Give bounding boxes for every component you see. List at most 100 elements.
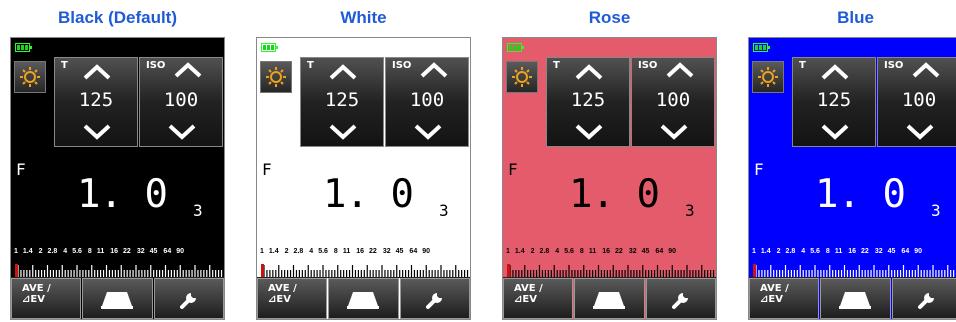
ave-ev-button[interactable]: AVE / ⊿EV [503, 278, 574, 319]
mode-button[interactable] [506, 61, 538, 93]
scale-tick-label: 1.4 [22, 248, 33, 255]
flash-mode-button[interactable] [574, 278, 645, 319]
iso-label: ISO [884, 60, 904, 71]
aperture-scale [506, 263, 716, 277]
scale-tick-label: 32 [382, 248, 391, 255]
chevron-down-icon[interactable] [821, 124, 849, 140]
aperture-label: F [262, 160, 272, 179]
aperture-marker [15, 264, 18, 277]
ave-ev-button[interactable]: AVE / ⊿EV [11, 278, 82, 319]
settings-button[interactable] [399, 278, 470, 319]
chevron-down-icon[interactable] [575, 124, 603, 140]
scale-tick-label: 90 [422, 248, 431, 255]
ave-ev-label: AVE / ⊿EV [760, 283, 789, 305]
scale-tick-label: 16 [848, 248, 857, 255]
iso-label: ISO [638, 60, 658, 71]
chevron-down-icon[interactable] [414, 124, 442, 140]
shutter-value: 125 [816, 89, 852, 111]
shutter-label: T [61, 60, 68, 71]
scale-tick-label: 11 [588, 248, 597, 255]
flash-head-icon [101, 291, 134, 309]
scale-tick-label: 2.8 [47, 248, 58, 255]
scale-tick-label: 90 [914, 248, 923, 255]
theme-variant-rose: Rose T 125 ISO 100 F 1. 0 3 1 1.4 2 2.8 … [502, 0, 717, 322]
ave-ev-button[interactable]: AVE / ⊿EV [749, 278, 820, 319]
ave-ev-button[interactable]: AVE / ⊿EV [257, 278, 328, 319]
scale-tick-label: 4 [63, 248, 68, 255]
bottom-toolbar: AVE / ⊿EV [257, 277, 470, 319]
aperture-scale-labels: 1 1.4 2 2.8 4 5.6 8 11 16 22 32 45 64 90 [506, 248, 716, 255]
scale-tick-label: 5.6 [318, 248, 328, 255]
chevron-down-icon[interactable] [660, 124, 688, 140]
aperture-scale-labels: 1 1.4 2 2.8 4 5.6 8 11 16 22 32 45 64 90 [752, 248, 956, 255]
shutter-speed-control: T 125 [792, 57, 876, 147]
scale-tick-label: 1.4 [760, 248, 771, 255]
mode-button[interactable] [260, 61, 292, 93]
wrench-icon [425, 292, 442, 309]
scale-tick-label: 5.6 [810, 248, 820, 255]
bottom-toolbar: AVE / ⊿EV [749, 277, 956, 319]
shutter-speed-control: T 125 [546, 57, 630, 147]
shutter-speed-control: T 125 [300, 57, 384, 147]
chevron-down-icon[interactable] [906, 124, 934, 140]
wrench-icon [917, 292, 934, 309]
chevron-up-icon[interactable] [174, 62, 202, 78]
variant-title: White [340, 8, 387, 27]
chevron-up-icon[interactable] [821, 64, 849, 80]
mode-button[interactable] [752, 61, 784, 93]
scale-tick-label: 2 [776, 248, 781, 255]
chevron-up-icon[interactable] [575, 64, 603, 80]
flash-mode-button[interactable] [82, 278, 153, 319]
iso-value: 100 [655, 89, 691, 111]
shutter-label: T [307, 60, 314, 71]
chevron-down-icon[interactable] [329, 124, 357, 140]
scale-tick-label: 32 [874, 248, 883, 255]
chevron-up-icon[interactable] [666, 62, 694, 78]
scale-tick-label: 2.8 [785, 248, 796, 255]
aperture-scale [752, 263, 956, 277]
chevron-up-icon[interactable] [83, 64, 111, 80]
scale-tick-label: 2 [284, 248, 289, 255]
sun-icon [758, 67, 778, 87]
scale-tick-label: 32 [136, 248, 145, 255]
meter-screen: T 125 ISO 100 F 1. 0 3 1 1.4 2 2.8 4 5.6… [748, 37, 956, 320]
chevron-down-icon[interactable] [83, 124, 111, 140]
scale-tick-label: 1 [260, 248, 264, 255]
aperture-scale-labels: 1 1.4 2 2.8 4 5.6 8 11 16 22 32 45 64 90 [14, 248, 224, 255]
iso-value: 100 [163, 89, 199, 111]
flash-head-icon [347, 291, 380, 309]
scale-tick-label: 16 [356, 248, 365, 255]
meter-screen: T 125 ISO 100 F 1. 0 3 1 1.4 2 2.8 4 5.6… [10, 37, 225, 320]
scale-tick-label: 45 [641, 248, 650, 255]
scale-tick-label: 4 [801, 248, 806, 255]
aperture-tenths: 3 [685, 201, 695, 220]
aperture-value: 1. 0 [815, 172, 906, 217]
scale-tick-label: 45 [887, 248, 896, 255]
scale-tick-label: 2 [38, 248, 43, 255]
chevron-down-icon[interactable] [168, 124, 196, 140]
meter-screen: T 125 ISO 100 F 1. 0 3 1 1.4 2 2.8 4 5.6… [502, 37, 717, 320]
settings-button[interactable] [891, 278, 956, 319]
flash-mode-button[interactable] [820, 278, 891, 319]
battery-full-icon [753, 43, 770, 52]
scale-tick-label: 64 [409, 248, 418, 255]
aperture-marker [753, 264, 756, 277]
scale-tick-label: 90 [668, 248, 677, 255]
flash-mode-button[interactable] [328, 278, 399, 319]
scale-tick-label: 32 [628, 248, 637, 255]
scale-tick-label: 4 [555, 248, 560, 255]
bottom-toolbar: AVE / ⊿EV [11, 277, 224, 319]
aperture-value: 1. 0 [569, 172, 660, 217]
scale-tick-label: 2 [530, 248, 535, 255]
chevron-up-icon[interactable] [420, 62, 448, 78]
settings-button[interactable] [153, 278, 224, 319]
flash-head-icon [839, 291, 872, 309]
settings-button[interactable] [645, 278, 716, 319]
scale-tick-label: 16 [602, 248, 611, 255]
chevron-up-icon[interactable] [912, 62, 940, 78]
mode-button[interactable] [14, 61, 46, 93]
scale-tick-label: 1 [14, 248, 18, 255]
scale-tick-label: 4 [309, 248, 314, 255]
battery-full-icon [261, 43, 278, 52]
chevron-up-icon[interactable] [329, 64, 357, 80]
